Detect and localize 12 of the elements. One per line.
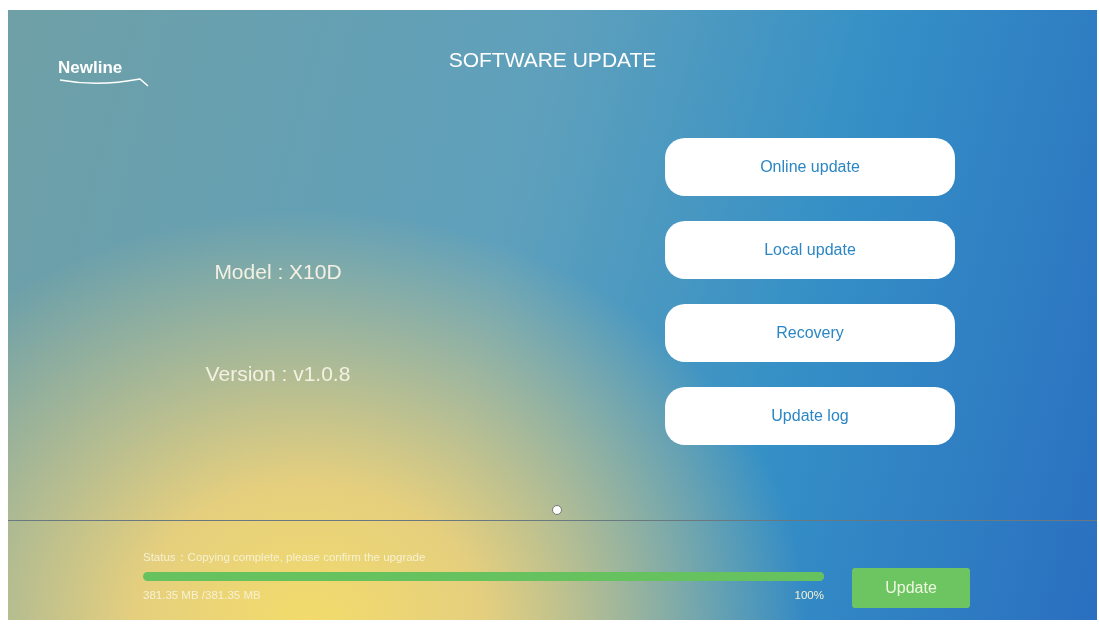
menu-button[interactable]: Recovery [665, 304, 955, 362]
info-text: Version : v1.0.8 [205, 362, 351, 386]
menu-button[interactable]: Update log [665, 387, 955, 445]
page-indicator-icon [552, 505, 562, 515]
status-text: Status：Copying complete, please confirm the upgrade [143, 550, 427, 565]
info-text: Model : X10D [214, 260, 342, 284]
newline-logo: Newline [58, 58, 150, 88]
size-label: 381.35 MB /381.35 MB [143, 589, 261, 601]
menu-button[interactable]: Local update [665, 221, 955, 279]
screen-title: SOFTWARE UPDATE [448, 48, 657, 71]
percent-label: 100% [794, 589, 824, 601]
menu-button[interactable]: Online update [665, 138, 955, 196]
